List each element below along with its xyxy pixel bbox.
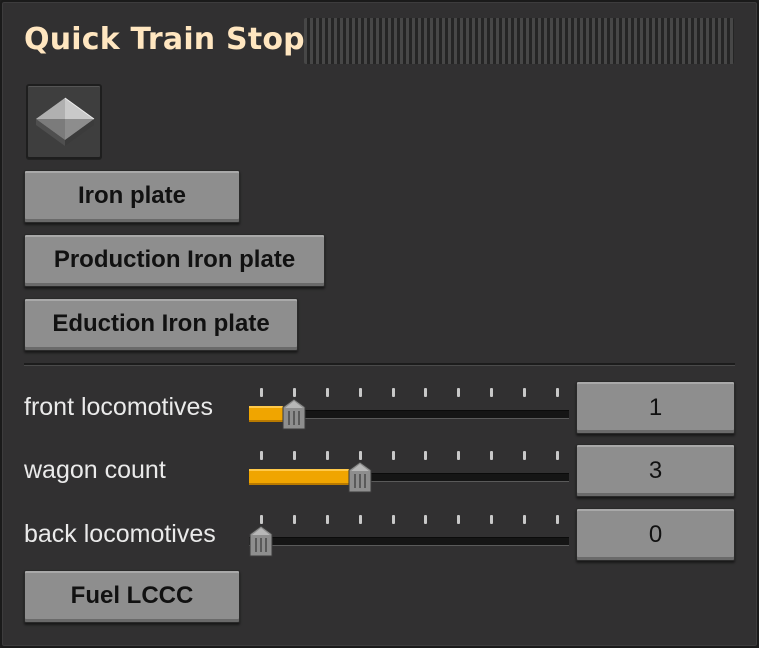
slider-tick: [490, 388, 494, 397]
slider-tick: [391, 515, 395, 524]
fuel-button[interactable]: Fuel LCCC: [24, 570, 240, 623]
slider-tick: [260, 388, 263, 397]
slider-tick: [457, 451, 461, 460]
slider-knob[interactable]: [249, 525, 273, 557]
divider: [24, 363, 735, 366]
slider-tick: [325, 388, 329, 397]
slider-tick: [260, 451, 263, 460]
slider-fill: [249, 469, 360, 485]
iron-plate-button[interactable]: Iron plate: [24, 170, 240, 223]
production-iron-plate-button[interactable]: Production Iron plate: [24, 234, 325, 287]
slider-tick: [292, 388, 296, 397]
slider-tick: [556, 388, 559, 397]
slider-knob[interactable]: [282, 398, 306, 430]
slider-tick: [556, 451, 559, 460]
slider-knob[interactable]: [348, 461, 372, 493]
slider-tick: [358, 388, 362, 397]
slider-tick: [391, 451, 395, 460]
slider-tick: [523, 515, 527, 524]
slider-track: [249, 537, 569, 546]
back-locomotives-label: back locomotives: [24, 520, 216, 548]
back-locomotives-slider[interactable]: [249, 511, 569, 557]
window-title: Quick Train Stop: [24, 22, 305, 57]
slider-tick: [358, 515, 362, 524]
slider-tick: [424, 388, 428, 397]
slider-tick: [292, 451, 296, 460]
slider-tick: [457, 515, 461, 524]
eduction-iron-plate-button[interactable]: Eduction Iron plate: [24, 298, 298, 351]
slider-tick: [523, 388, 527, 397]
slider-tick: [490, 515, 494, 524]
wagon-count-slider[interactable]: [249, 447, 569, 493]
slider-ticks: [249, 511, 569, 527]
iron-plate-icon: [36, 97, 95, 146]
slider-tick: [424, 451, 428, 460]
slider-tick: [457, 388, 461, 397]
quick-train-stop-window: Quick Train Stop Iron plate Production I…: [0, 0, 759, 648]
slider-tick: [260, 515, 263, 524]
front-locomotives-label: front locomotives: [24, 393, 213, 421]
slider-tick: [391, 388, 395, 397]
item-slot[interactable]: [26, 84, 102, 159]
slider-tick: [292, 515, 296, 524]
slider-tick: [424, 515, 428, 524]
back-locomotives-value[interactable]: 0: [576, 508, 735, 561]
wagon-count-label: wagon count: [24, 456, 166, 484]
slider-tick: [556, 515, 559, 524]
slider-tick: [523, 451, 527, 460]
front-locomotives-slider[interactable]: [249, 384, 569, 430]
slider-tick: [325, 515, 329, 524]
wagon-count-value[interactable]: 3: [576, 444, 735, 497]
slider-tick: [490, 451, 494, 460]
front-locomotives-value[interactable]: 1: [576, 381, 735, 434]
slider-ticks: [249, 447, 569, 463]
slider-tick: [325, 451, 329, 460]
slider-tick: [358, 451, 362, 460]
drag-handle[interactable]: [304, 18, 734, 64]
